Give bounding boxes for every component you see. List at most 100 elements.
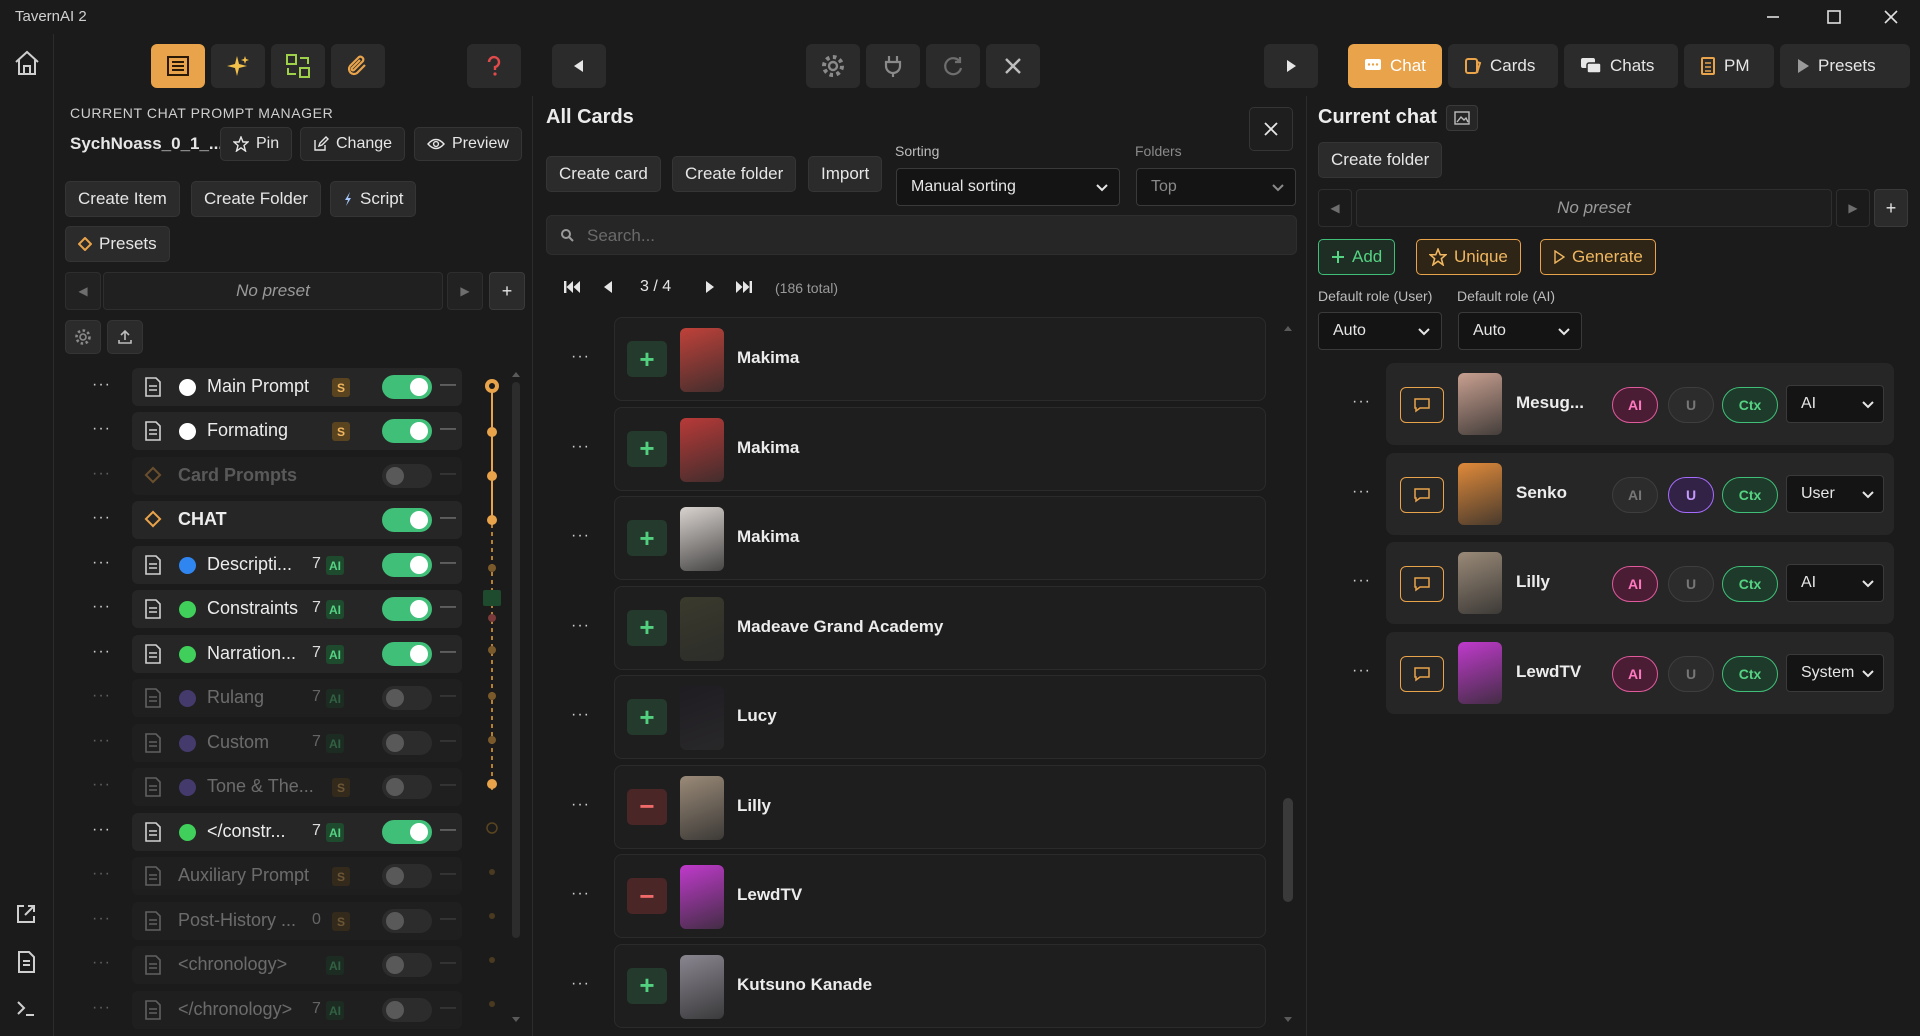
collapse-icon[interactable]: — [440, 954, 456, 972]
role-select[interactable]: AI [1786, 385, 1884, 423]
prompt-toggle[interactable] [382, 775, 432, 799]
cards-scrollbar[interactable] [1283, 798, 1293, 902]
external-link-icon[interactable] [14, 902, 38, 926]
card-row[interactable]: ··· + Makima [571, 317, 1266, 401]
message-button[interactable] [1400, 655, 1444, 692]
message-button[interactable] [1400, 387, 1444, 423]
prompt-item[interactable]: ··· Main Prompt S — [92, 368, 462, 406]
first-page-button[interactable] [554, 272, 590, 302]
ai-toggle[interactable]: AI [1612, 387, 1658, 423]
add-to-chat-button[interactable]: + [627, 967, 667, 1004]
drag-handle-icon[interactable]: ··· [1352, 483, 1371, 501]
prompt-item[interactable]: ··· Post-History ... 0 S — [92, 902, 462, 940]
drag-handle-icon[interactable]: ··· [92, 821, 111, 839]
settings-button[interactable] [806, 44, 860, 88]
prompt-manager-button[interactable] [151, 44, 205, 88]
collapse-icon[interactable]: — [440, 999, 456, 1017]
prev-page-button[interactable] [590, 272, 624, 302]
create-card-folder-button[interactable]: Create folder [672, 156, 797, 192]
pm-settings-button[interactable] [65, 320, 101, 354]
prompt-toggle[interactable] [382, 508, 432, 532]
collapse-icon[interactable]: — [440, 865, 456, 883]
drag-handle-icon[interactable]: ··· [92, 732, 111, 750]
tab-presets[interactable]: Presets [1780, 44, 1910, 88]
drag-handle-icon[interactable]: ··· [92, 598, 111, 616]
collapse-icon[interactable]: — [440, 776, 456, 794]
maximize-icon[interactable] [1823, 6, 1845, 28]
message-button[interactable] [1400, 566, 1444, 602]
drag-handle-icon[interactable]: ··· [92, 554, 111, 572]
chat-preset-add-button[interactable]: + [1874, 189, 1908, 227]
prompt-item[interactable]: ··· Rulang 7 AI — [92, 679, 462, 717]
swap-button[interactable] [271, 44, 325, 88]
refresh-button[interactable] [926, 44, 980, 88]
collapse-icon[interactable]: — [440, 687, 456, 705]
prompt-item[interactable]: ··· Custom 7 AI — [92, 724, 462, 762]
preset-field[interactable]: No preset [103, 272, 443, 310]
chat-image-button[interactable] [1446, 105, 1478, 131]
card-row[interactable]: ··· + Makima [571, 406, 1266, 491]
ai-toggle[interactable]: AI [1612, 655, 1658, 692]
drag-handle-icon[interactable]: ··· [92, 643, 111, 661]
sparkle-button[interactable] [211, 44, 265, 88]
drag-handle-icon[interactable]: ··· [571, 438, 590, 456]
prompt-item[interactable]: ··· Auxiliary Prompt S — [92, 857, 462, 895]
close-cards-button[interactable] [1249, 107, 1293, 151]
drag-handle-icon[interactable]: ··· [92, 776, 111, 794]
collapse-icon[interactable]: — [440, 554, 456, 572]
drag-handle-icon[interactable]: ··· [571, 796, 590, 814]
participant-row[interactable]: ··· LewdTV AI U Ctx System [1352, 631, 1894, 714]
scroll-down-icon[interactable] [510, 1016, 522, 1024]
prompt-toggle[interactable] [382, 597, 432, 621]
ai-toggle[interactable]: AI [1612, 476, 1658, 513]
drag-handle-icon[interactable]: ··· [92, 910, 111, 928]
prompt-toggle[interactable] [382, 553, 432, 577]
preset-next-button[interactable]: ▶ [447, 272, 483, 310]
prompt-item[interactable]: ··· Card Prompts — [92, 457, 462, 495]
prompt-item[interactable]: ··· <chronology> AI — [92, 946, 462, 984]
prompt-toggle[interactable] [382, 953, 432, 977]
last-page-button[interactable] [728, 272, 764, 302]
connection-button[interactable] [866, 44, 920, 88]
prompt-toggle[interactable] [382, 686, 432, 710]
add-to-chat-button[interactable]: + [627, 520, 667, 556]
prompt-item[interactable]: ··· Formating S — [92, 412, 462, 450]
generate-button[interactable]: Generate [1540, 239, 1656, 275]
collapse-icon[interactable]: — [440, 732, 456, 750]
drag-handle-icon[interactable]: ··· [571, 975, 590, 993]
default-role-user-select[interactable]: Auto [1318, 312, 1442, 350]
context-toggle[interactable]: Ctx [1722, 655, 1778, 692]
role-select[interactable]: User [1786, 474, 1884, 513]
add-to-chat-button[interactable]: + [627, 609, 667, 646]
collapse-icon[interactable]: — [440, 910, 456, 928]
drag-handle-icon[interactable]: ··· [92, 420, 111, 438]
chat-preset-field[interactable]: No preset [1356, 189, 1832, 227]
prompt-toggle[interactable] [382, 642, 432, 666]
user-toggle[interactable]: U [1668, 387, 1714, 423]
chat-preset-prev-button[interactable]: ◀ [1318, 189, 1352, 227]
card-row[interactable]: ··· + Madeave Grand Academy [571, 585, 1266, 670]
collapse-icon[interactable]: — [440, 376, 456, 394]
prompt-item[interactable]: ··· </constr... 7 AI — [92, 813, 462, 851]
collapse-right-button[interactable] [1264, 44, 1318, 88]
drag-handle-icon[interactable]: ··· [92, 509, 111, 527]
user-toggle[interactable]: U [1668, 655, 1714, 692]
drag-handle-icon[interactable]: ··· [92, 954, 111, 972]
drag-handle-icon[interactable]: ··· [92, 376, 111, 394]
attach-button[interactable] [331, 44, 385, 88]
prompt-item[interactable]: ··· Constraints 7 AI — [92, 590, 462, 628]
import-button[interactable]: Import [808, 156, 883, 192]
create-card-button[interactable]: Create card [546, 156, 661, 192]
create-folder-button[interactable]: Create Folder [191, 181, 321, 217]
preset-prev-button[interactable]: ◀ [65, 272, 101, 310]
pm-scrollbar[interactable] [512, 382, 520, 938]
collapse-left-button[interactable] [552, 44, 606, 88]
collapse-icon[interactable]: — [440, 598, 456, 616]
tab-chat[interactable]: Chat [1348, 44, 1442, 88]
tab-pm[interactable]: PM [1684, 44, 1774, 88]
create-item-button[interactable]: Create Item [65, 181, 180, 217]
prompt-toggle[interactable] [382, 419, 432, 443]
preset-add-button[interactable]: + [489, 272, 525, 310]
context-toggle[interactable]: Ctx [1722, 387, 1778, 423]
terminal-icon[interactable] [14, 996, 38, 1020]
